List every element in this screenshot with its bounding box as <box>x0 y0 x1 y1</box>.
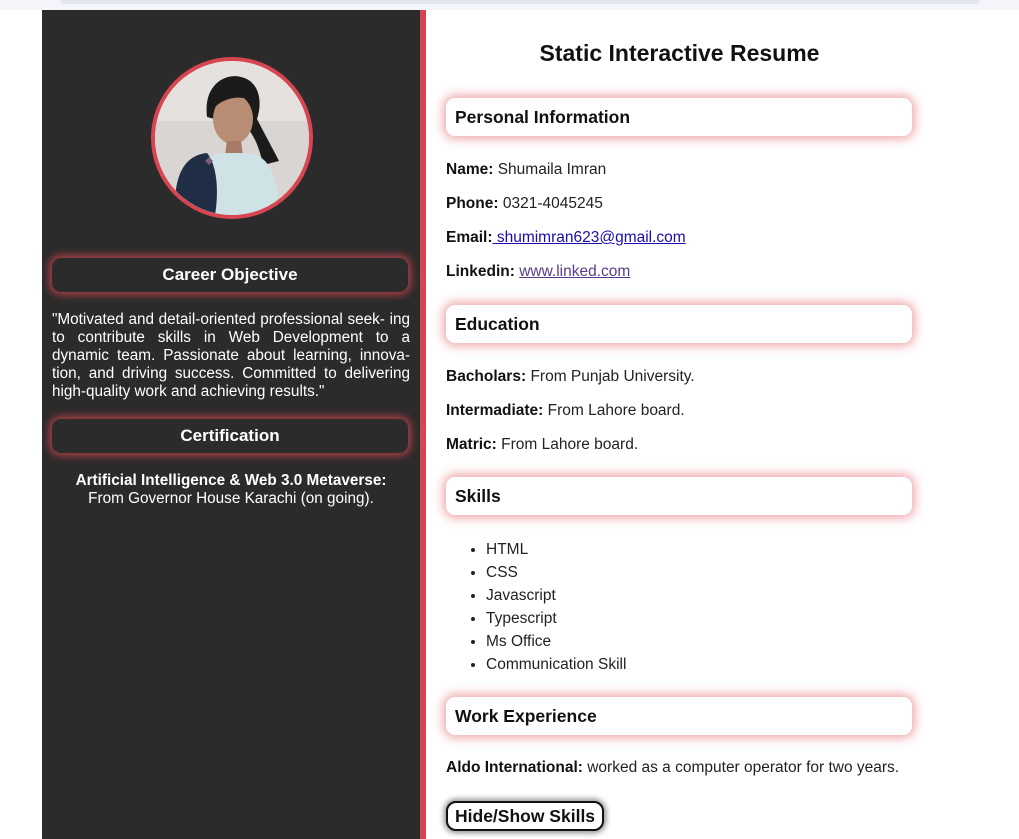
work-label: Aldo International: <box>446 759 583 776</box>
certification-heading: Certification <box>52 419 408 453</box>
browser-top-strip <box>0 0 1019 10</box>
education-value: From Lahore board. <box>501 436 639 453</box>
email-label: Email: <box>446 229 493 246</box>
page-title: Static Interactive Resume <box>539 40 820 66</box>
skills-heading: Skills <box>446 477 912 515</box>
address-bar-edge <box>60 0 980 4</box>
skill-item: Ms Office <box>486 630 626 653</box>
personal-info-heading: Personal Information <box>446 98 912 136</box>
skills-list: HTML CSS Javascript Typescript Ms Office… <box>466 538 626 676</box>
certification-detail: From Governor House Karachi (on going). <box>88 490 374 507</box>
name-value: Shumaila Imran <box>497 161 607 178</box>
education-value: From Punjab University. <box>530 368 695 385</box>
education-item: Matric: From Lahore board. <box>446 436 638 454</box>
hide-show-skills-button[interactable]: Hide/Show Skills <box>446 801 605 831</box>
linkedin-label: Linkedin: <box>446 263 515 280</box>
education-value: From Lahore board. <box>547 402 685 419</box>
education-heading: Education <box>446 305 912 343</box>
education-item: Bacholars: From Punjab University. <box>446 368 695 386</box>
education-label: Bacholars: <box>446 368 527 385</box>
skill-item: Communication Skill <box>486 653 626 676</box>
profile-photo <box>155 61 309 215</box>
avatar <box>151 57 313 219</box>
main-content: Static Interactive Resume Personal Infor… <box>426 10 1019 839</box>
skill-item: CSS <box>486 561 626 584</box>
certification-text: Artificial Intelligence & Web 3.0 Metave… <box>52 472 410 508</box>
linkedin-line: Linkedin: www.linked.com <box>446 263 630 281</box>
work-experience-heading: Work Experience <box>446 697 912 735</box>
phone-label: Phone: <box>446 195 499 212</box>
linkedin-link[interactable]: www.linked.com <box>519 263 630 280</box>
skill-item: Typescript <box>486 607 626 630</box>
phone-value: 0321-4045245 <box>502 195 603 212</box>
education-item: Intermadiate: From Lahore board. <box>446 402 685 420</box>
skill-item: Javascript <box>486 584 626 607</box>
work-value: worked as a computer operator for two ye… <box>587 759 900 776</box>
career-objective-heading: Career Objective <box>52 258 408 292</box>
career-objective-text: "Motivated and detail-oriented professio… <box>52 311 410 400</box>
email-line: Email: shumimran623@gmail.com <box>446 229 686 247</box>
education-label: Intermadiate: <box>446 402 544 419</box>
skill-item: HTML <box>486 538 626 561</box>
phone-line: Phone: 0321-4045245 <box>446 195 603 213</box>
education-label: Matric: <box>446 436 497 453</box>
email-link[interactable]: shumimran623@gmail.com <box>493 229 686 246</box>
name-line: Name: Shumaila Imran <box>446 161 606 179</box>
work-item: Aldo International: worked as a computer… <box>446 759 899 777</box>
sidebar: Career Objective "Motivated and detail-o… <box>42 10 420 839</box>
name-label: Name: <box>446 161 494 178</box>
certification-title: Artificial Intelligence & Web 3.0 Metave… <box>75 472 387 489</box>
